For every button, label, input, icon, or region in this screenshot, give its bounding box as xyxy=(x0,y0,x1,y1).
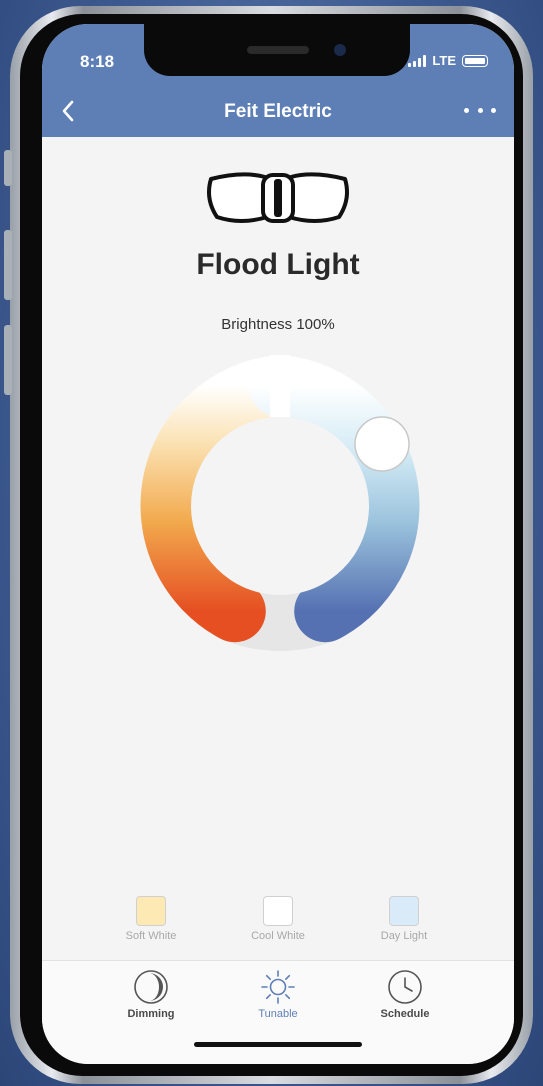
app-screen: 8:18 LTE Feit Electric Flood Light Brigh… xyxy=(42,24,514,1064)
tab-tunable[interactable]: Tunable xyxy=(218,969,338,1020)
tab-bar: Dimming Tunable Schedule xyxy=(42,960,514,1064)
color-temperature-wheel[interactable] xyxy=(120,346,440,666)
tab-schedule[interactable]: Schedule xyxy=(345,969,465,1020)
flood-light-icon xyxy=(207,172,349,223)
tab-dimming-label: Dimming xyxy=(127,1008,175,1020)
camera xyxy=(334,44,346,56)
nav-bar: 8:18 LTE Feit Electric xyxy=(42,24,514,137)
preset-cool-white[interactable]: Cool White xyxy=(228,896,328,942)
more-options-button[interactable] xyxy=(464,98,496,122)
preset-day-light-swatch xyxy=(389,896,419,926)
clock-icon xyxy=(388,970,422,1004)
tab-tunable-label: Tunable xyxy=(258,1008,298,1020)
more-dot xyxy=(477,107,483,113)
sun-icon xyxy=(261,970,295,1004)
tab-schedule-label: Schedule xyxy=(380,1008,430,1020)
brightness-label: Brightness 100% xyxy=(221,316,335,333)
dimming-moon-icon xyxy=(134,970,168,1004)
notch xyxy=(144,24,410,76)
network-label: LTE xyxy=(432,53,456,68)
volume-up-button xyxy=(4,230,12,300)
signal-icon xyxy=(408,54,427,67)
speaker xyxy=(247,46,309,54)
status-time: 8:18 xyxy=(80,52,115,71)
volume-down-button xyxy=(4,325,12,395)
wheel-center xyxy=(191,417,369,595)
preset-soft-white[interactable]: Soft White xyxy=(101,896,201,942)
more-dot xyxy=(464,107,469,113)
mute-switch xyxy=(4,150,12,186)
device-name: Flood Light xyxy=(196,248,360,281)
preset-label: Cool White xyxy=(251,930,305,942)
preset-day-light[interactable]: Day Light xyxy=(354,896,454,942)
preset-cool-white-swatch xyxy=(263,896,293,926)
battery-icon xyxy=(462,54,488,67)
wheel-handle[interactable] xyxy=(354,416,410,472)
preset-label: Soft White xyxy=(125,930,177,942)
preset-label: Day Light xyxy=(380,930,428,942)
status-indicators: LTE xyxy=(408,53,488,68)
nav-title: Feit Electric xyxy=(224,101,332,122)
more-dot xyxy=(491,107,496,113)
tab-dimming[interactable]: Dimming xyxy=(91,969,211,1020)
preset-soft-white-swatch xyxy=(136,896,166,926)
home-indicator[interactable] xyxy=(194,1042,362,1047)
